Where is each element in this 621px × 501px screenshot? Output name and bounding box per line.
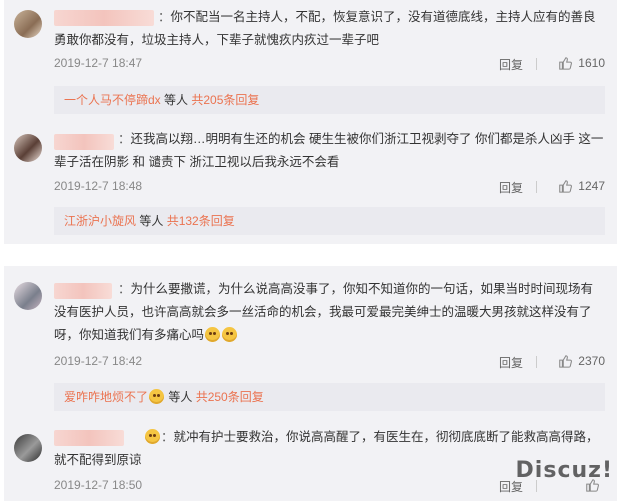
comment-text: ：为什么要撒谎，为什么说高高没事了，你知不知道你的一句话，如果当时时间现场有没有…	[54, 282, 594, 342]
like-button[interactable]: 2370	[558, 354, 605, 368]
avatar[interactable]	[14, 282, 42, 310]
reply-button[interactable]: 回复	[499, 354, 523, 371]
subreply-summary[interactable]: 一个人马不停蹄dx 等人 共205条回复	[54, 86, 605, 114]
avatar[interactable]	[14, 134, 42, 162]
subreply-count[interactable]: 共250条回复	[196, 390, 264, 404]
divider	[536, 58, 537, 70]
comment-meta: 2019-12-7 18:42 回复 2370	[54, 354, 605, 372]
comment-meta: 2019-12-7 18:48 回复 1247	[54, 179, 605, 197]
avatar[interactable]	[14, 434, 42, 462]
thumbs-up-icon	[559, 355, 573, 368]
like-button[interactable]: 1610	[558, 56, 605, 70]
subreply-summary[interactable]: 爱咋咋地烦不了 等人 共250条回复	[54, 383, 605, 411]
subreply-summary[interactable]: 江浙沪小旋风 等人 共132条回复	[54, 207, 605, 235]
timestamp: 2019-12-7 18:42	[54, 354, 143, 368]
subreply-user[interactable]: 江浙沪小旋风	[64, 214, 136, 228]
subreply-user[interactable]: 一个人马不停蹄dx	[64, 93, 161, 107]
subreply-count[interactable]: 共132条回复	[167, 214, 235, 228]
divider	[536, 181, 537, 193]
subreply-user[interactable]: 爱咋咋地烦不了	[64, 390, 148, 404]
reply-button[interactable]: 回复	[499, 56, 523, 73]
comment-text: ：你不配当一名主持人，不配，恢复意识了，没有道德底线，主持人应有的善良勇敢你都没…	[54, 10, 596, 47]
thumbs-up-icon	[559, 57, 573, 70]
sad-face-emoji	[149, 389, 165, 404]
timestamp: 2019-12-7 18:47	[54, 56, 143, 70]
like-count: 1247	[578, 179, 605, 193]
like-count: 1610	[578, 56, 605, 70]
comment-panel-1: ：你不配当一名主持人，不配，恢复意识了，没有道德底线，主持人应有的善良勇敢你都没…	[4, 0, 617, 244]
thumbs-up-icon	[559, 180, 573, 193]
timestamp: 2019-12-7 18:50	[54, 478, 143, 492]
timestamp: 2019-12-7 18:48	[54, 179, 143, 193]
like-button[interactable]: 1247	[558, 179, 605, 193]
sad-face-emoji	[222, 327, 238, 342]
reply-button[interactable]: 回复	[499, 179, 523, 196]
comment-meta: 2019-12-7 18:47 回复 1610	[54, 56, 605, 74]
sad-face-emoji	[205, 327, 221, 342]
avatar[interactable]	[14, 10, 42, 38]
like-count: 2370	[578, 354, 605, 368]
sad-face-emoji	[145, 429, 160, 444]
comment-text: ：还我高以翔…明明有生还的机会 硬生生被你们浙江卫视剥夺了 你们都是杀人凶手 这…	[54, 132, 604, 169]
divider	[536, 356, 537, 368]
subreply-count[interactable]: 共205条回复	[191, 93, 259, 107]
discuz-watermark: Discuz!	[515, 458, 613, 483]
